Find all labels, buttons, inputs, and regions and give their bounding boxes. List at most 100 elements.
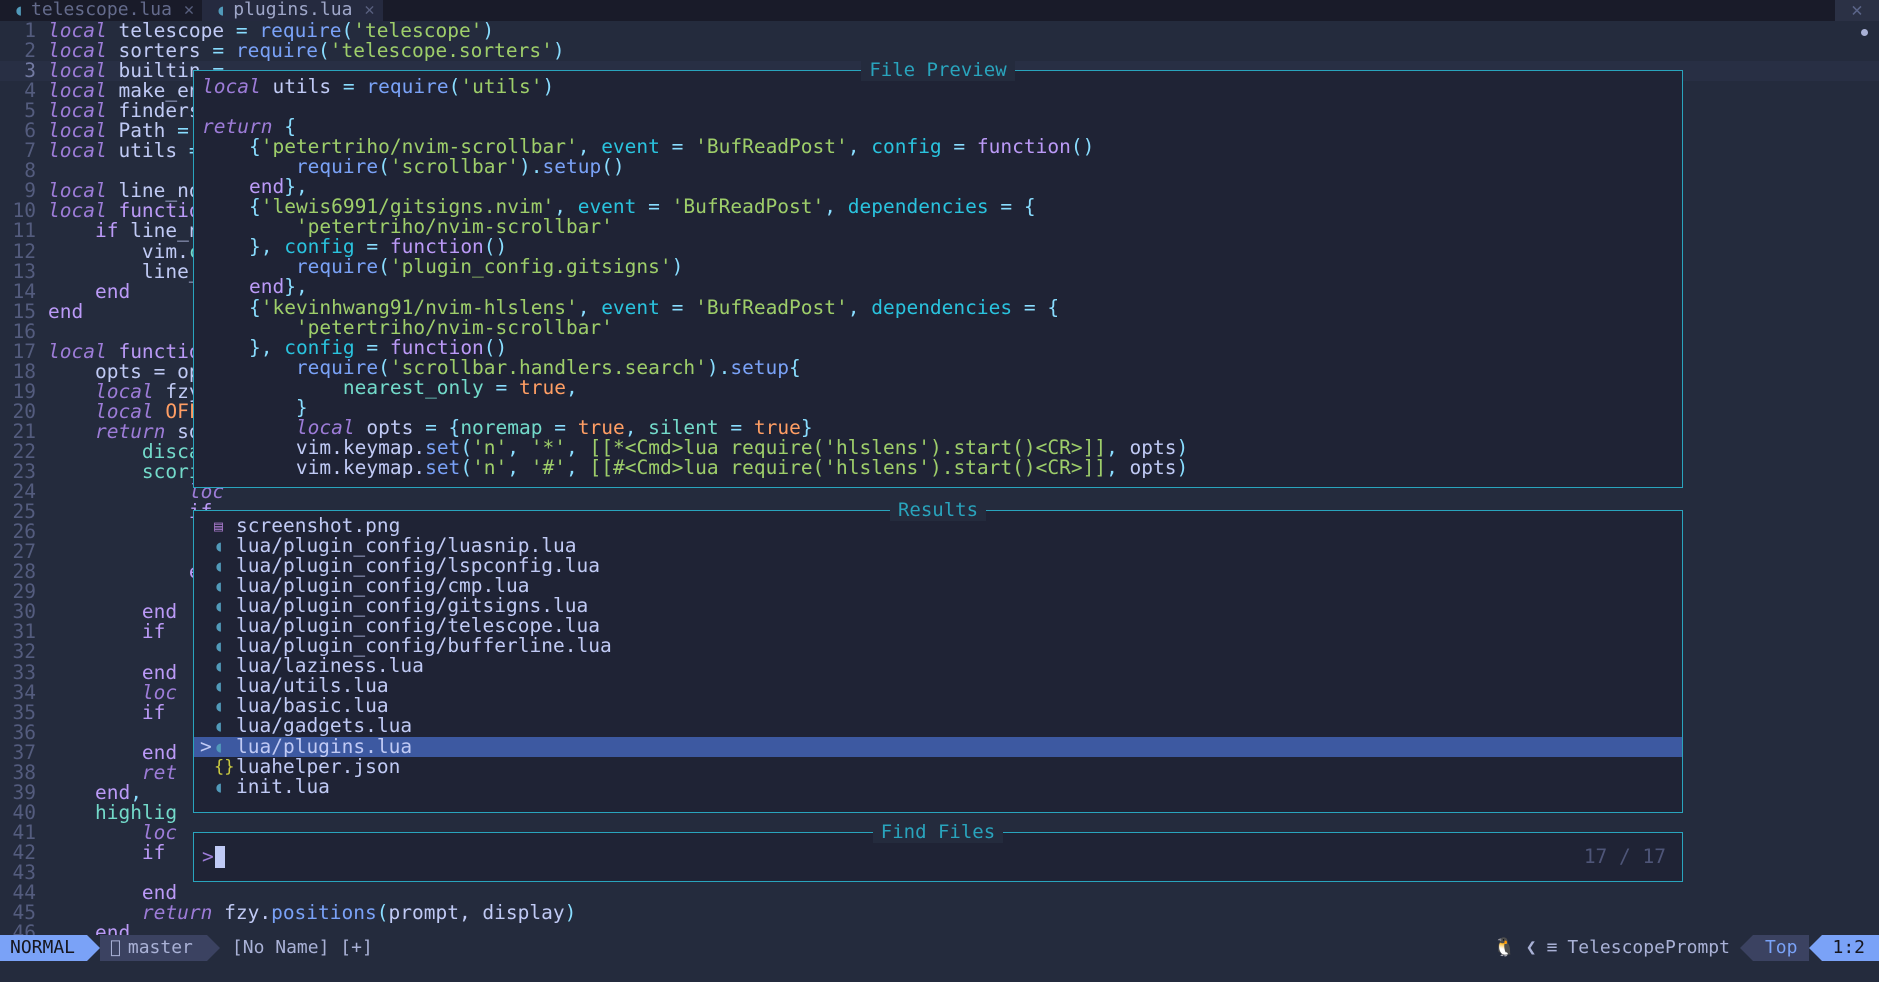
window-close-button[interactable]: ✕ xyxy=(1835,0,1879,21)
find-files-prompt-window[interactable]: Find Files > 17 / 17 xyxy=(193,821,1683,882)
editor-line-text: end xyxy=(141,600,178,624)
line-number: 27 xyxy=(12,540,36,564)
result-label: lua/basic.lua xyxy=(236,694,389,718)
preview-line: end}, xyxy=(248,175,308,199)
result-row-selected[interactable]: > ◖ lua/plugins.lua xyxy=(194,734,1682,758)
scroll-separator-icon xyxy=(1739,935,1753,961)
line-number: 11 xyxy=(12,219,36,243)
editor-line-text: end, xyxy=(94,780,142,804)
line-number: 23 xyxy=(12,460,36,484)
preview-line: {'kevinhwang91/nvim-hlslens', event = 'B… xyxy=(248,295,1060,319)
result-row[interactable]: ▤ screenshot.png xyxy=(194,515,1682,536)
editor-line-text: if line_no xyxy=(94,219,213,243)
selection-marker-icon xyxy=(200,777,214,797)
tab-telescope-lua[interactable]: ◖ telescope.lua ✕ xyxy=(0,0,203,21)
line-number: 29 xyxy=(12,580,36,604)
result-row[interactable]: ◖ lua/plugin_config/cmp.lua xyxy=(194,576,1682,596)
preview-line: }, config = function() xyxy=(248,235,508,259)
line-number: 39 xyxy=(12,780,36,804)
close-icon[interactable]: ✕ xyxy=(360,0,374,20)
result-label: luahelper.json xyxy=(236,754,401,778)
result-counter: 17 / 17 xyxy=(1583,844,1666,868)
line-number: 32 xyxy=(12,640,36,664)
line-number: 8 xyxy=(24,159,36,183)
editor-line: 2 local sorters = require('telescope.sort… xyxy=(0,40,1879,61)
result-row[interactable]: ◖ lua/plugin_config/luasnip.lua xyxy=(194,535,1682,556)
lua-file-icon: ◖ xyxy=(214,537,224,556)
line-number: 3 xyxy=(24,59,36,83)
line-number: 44 xyxy=(12,881,36,905)
line-number: 20 xyxy=(12,399,36,423)
line-number: 10 xyxy=(12,199,36,223)
result-row[interactable]: ◖ lua/plugin_config/bufferline.lua xyxy=(194,636,1682,656)
results-window[interactable]: Results ▤ screenshot.png ◖ lua/plugin_conf… xyxy=(193,499,1683,813)
line-number: 14 xyxy=(12,279,36,303)
line-number: 21 xyxy=(12,419,36,443)
git-branch-icon:  xyxy=(110,937,121,958)
line-number: 12 xyxy=(12,239,36,263)
git-branch-label: master xyxy=(117,936,193,958)
close-icon[interactable]: ✕ xyxy=(180,0,194,20)
tab-plugins-lua[interactable]: ◖ plugins.lua ✕ xyxy=(202,0,383,21)
result-row[interactable]: ◖ lua/plugin_config/lspconfig.lua xyxy=(194,556,1682,576)
result-row[interactable]: ◖ lua/utils.lua xyxy=(194,676,1682,696)
line-number: 19 xyxy=(12,379,36,403)
selection-marker-icon xyxy=(200,676,214,696)
tab-bar: ◖ telescope.lua ✕ ◖ plugins.lua ✕ ✕ xyxy=(0,0,1879,21)
status-filetype: TelescopePrompt xyxy=(1567,936,1730,958)
line-number: 42 xyxy=(12,840,36,864)
editor-line: 45 return fzy.positions(prompt, display) xyxy=(0,903,1879,923)
editor-line-text: local function xyxy=(48,199,213,223)
editor-line: 1 local telescope = require('telescope') xyxy=(0,21,1879,41)
lua-file-icon: ◖ xyxy=(214,777,224,796)
selection-marker-icon xyxy=(200,616,214,636)
selection-marker-icon xyxy=(200,696,214,716)
result-label: lua/plugins.lua xyxy=(236,734,413,758)
lua-file-icon: ◖ xyxy=(216,1,226,19)
preview-line: end}, xyxy=(248,275,308,299)
line-number: 6 xyxy=(24,119,36,143)
preview-line: vim.keymap.set('n', '*', [[*<Cmd>lua req… xyxy=(295,435,1189,459)
editor-line-text: ret xyxy=(141,760,178,784)
status-cursor-position: 1:2 xyxy=(1822,935,1879,961)
line-number: 5 xyxy=(24,99,36,123)
result-row[interactable]: ◖ lua/basic.lua xyxy=(194,696,1682,716)
search-input[interactable] xyxy=(224,845,1584,869)
result-row[interactable]: ◖ init.lua xyxy=(194,776,1682,797)
editor-line-text: highlig xyxy=(94,800,178,824)
preview-line: {'lewis6991/gitsigns.nvim', event = 'Buf… xyxy=(248,195,1036,219)
preview-line: 'petertriho/nvim-scrollbar' xyxy=(295,315,613,339)
preview-line: require('scrollbar.handlers.search').set… xyxy=(295,355,801,379)
lua-file-icon: ◖ xyxy=(214,577,224,596)
text-cursor xyxy=(214,846,225,868)
editor-line-text: if xyxy=(48,502,212,522)
command-line[interactable] xyxy=(0,961,1879,982)
preview-line: }, config = function() xyxy=(248,335,508,359)
editor-line-text: local function xyxy=(48,339,213,363)
selection-marker-icon xyxy=(200,716,214,736)
preview-line: vim.keymap.set('n', '#', [[#<Cmd>lua req… xyxy=(295,455,1189,479)
result-row[interactable]: ◖ lua/plugin_config/gitsigns.lua xyxy=(194,596,1682,616)
result-row[interactable]: ◖ lua/gadgets.lua xyxy=(194,716,1682,736)
line-number: 15 xyxy=(12,299,36,323)
status-spacer xyxy=(385,935,1484,961)
editor-line-text: end xyxy=(141,740,178,764)
preview-line: 'petertriho/nvim-scrollbar' xyxy=(295,215,613,239)
lua-file-icon: ◖ xyxy=(214,557,224,576)
line-number: 26 xyxy=(12,520,36,544)
lua-file-icon: ◖ xyxy=(214,697,224,716)
status-icon-group: 🐧 ❮ ≡ xyxy=(1483,935,1567,961)
selection-marker-icon xyxy=(200,576,214,596)
scrollbar-indicator[interactable] xyxy=(1861,29,1868,36)
tab-label: telescope.lua xyxy=(31,0,172,21)
editor-line-text: end xyxy=(48,299,84,323)
result-row[interactable]: {} luahelper.json xyxy=(194,754,1682,778)
lua-file-icon: ◖ xyxy=(214,637,224,656)
result-row[interactable]: ◖ lua/plugin_config/telescope.lua xyxy=(194,616,1682,636)
lua-file-icon: ◖ xyxy=(214,737,224,756)
results-list[interactable]: ▤ screenshot.png ◖ lua/plugin_config/luasn… xyxy=(194,515,1682,797)
editor-line: 44 end xyxy=(0,881,1879,905)
line-number: 33 xyxy=(12,660,36,684)
result-row[interactable]: ◖ lua/laziness.lua xyxy=(194,656,1682,676)
line-number: 17 xyxy=(12,339,36,363)
